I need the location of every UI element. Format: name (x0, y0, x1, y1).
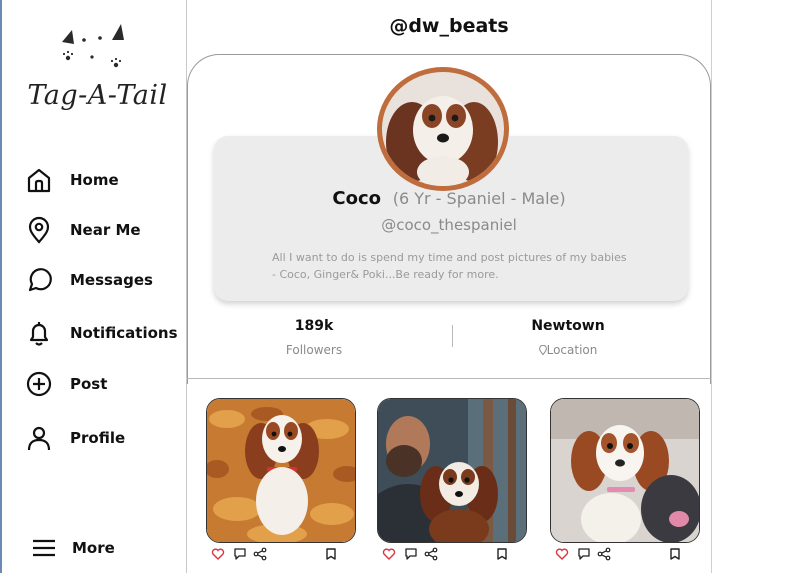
pet-username: @coco_thespaniel (381, 216, 517, 234)
sidebar-item-label: Messages (70, 271, 153, 289)
section-divider (187, 378, 711, 379)
bell-icon (29, 322, 49, 346)
page-title: @dw_beats (389, 15, 509, 37)
hamburger-menu-icon (33, 539, 55, 557)
pet-name: Coco (332, 188, 381, 209)
followers-count[interactable]: 189k (234, 318, 394, 334)
sidebar-item-near-me[interactable]: Near Me (24, 212, 141, 248)
dog-face-logo-icon (62, 24, 124, 68)
post-photo-leaves (207, 399, 355, 542)
avatar[interactable] (377, 67, 509, 191)
share-icon[interactable] (597, 547, 611, 561)
chat-bubble-icon (28, 268, 52, 292)
heart-icon[interactable] (555, 547, 569, 561)
stats-divider (452, 325, 453, 347)
plus-circle-icon (26, 371, 52, 397)
pet-name-line: Coco (6 Yr - Spaniel - Male) (187, 188, 711, 209)
sidebar-item-notifications[interactable]: Notifications (24, 315, 178, 351)
post-actions (377, 547, 527, 563)
avatar-photo (382, 72, 504, 186)
sidebar-item-label: Notifications (70, 324, 178, 342)
post-photo-toy (551, 399, 699, 542)
comment-icon[interactable] (233, 547, 247, 561)
main-content: @dw_beats Coco (6 Yr - Spaniel - Male) @… (187, 0, 711, 573)
more-label: More (72, 539, 115, 557)
sidebar-item-post[interactable]: Post (24, 366, 107, 402)
more-button[interactable]: More (32, 538, 115, 558)
pet-details: (6 Yr - Spaniel - Male) (392, 189, 566, 208)
bio-line: - Coco, Ginger& Poki...Be ready for more… (272, 268, 499, 281)
post-actions (206, 547, 356, 563)
right-panel (711, 0, 804, 573)
sidebar-item-messages[interactable]: Messages (24, 262, 153, 298)
share-icon[interactable] (253, 547, 267, 561)
post-thumbnail[interactable] (206, 398, 356, 543)
brand-logo[interactable]: Tag-A-Tail (20, 18, 175, 118)
user-icon (27, 426, 51, 451)
heart-icon[interactable] (382, 547, 396, 561)
profile-bio: All I want to do is spend my time and po… (272, 249, 642, 283)
share-icon[interactable] (424, 547, 438, 561)
sidebar-item-label: Near Me (70, 221, 141, 239)
heart-icon[interactable] (211, 547, 225, 561)
comment-icon[interactable] (404, 547, 418, 561)
location-pin-icon (28, 216, 50, 244)
post-actions (550, 547, 700, 563)
location-label-row: Location (488, 343, 648, 357)
app-window: Tag-A-Tail Home Near Me Messages Notific… (0, 0, 804, 573)
post-photo-man-dog (378, 399, 526, 542)
sidebar-item-profile[interactable]: Profile (24, 420, 125, 456)
location-label: Location (546, 343, 598, 357)
home-icon (27, 168, 51, 193)
logo-wordmark: Tag-A-Tail (27, 80, 168, 111)
bookmark-icon[interactable] (668, 547, 682, 561)
bookmark-icon[interactable] (324, 547, 338, 561)
post-thumbnail[interactable] (377, 398, 527, 543)
location-pin-small-icon (538, 344, 547, 356)
spaniel-photo (382, 72, 504, 186)
location-value: Newtown (531, 318, 605, 334)
bookmark-icon[interactable] (495, 547, 509, 561)
post-thumbnail[interactable] (550, 398, 700, 543)
comment-icon[interactable] (577, 547, 591, 561)
bio-line: All I want to do is spend my time and po… (272, 251, 627, 264)
followers-label: Followers (285, 343, 343, 357)
sidebar-item-label: Post (70, 375, 108, 393)
sidebar: Tag-A-Tail Home Near Me Messages Notific… (2, 0, 187, 573)
sidebar-item-home[interactable]: Home (24, 162, 119, 198)
sidebar-item-label: Profile (70, 429, 126, 447)
sidebar-item-label: Home (70, 171, 119, 189)
